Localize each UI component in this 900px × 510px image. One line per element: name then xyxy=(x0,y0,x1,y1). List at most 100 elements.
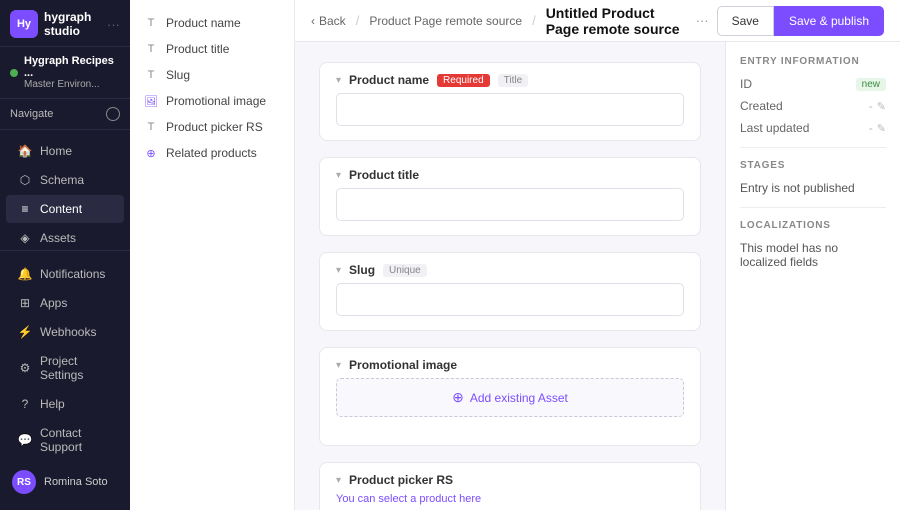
user-profile[interactable]: RS Romina Soto xyxy=(0,462,130,502)
product-title-input[interactable] xyxy=(336,188,684,221)
field-item-related-products[interactable]: ⊕ Related products xyxy=(130,140,294,166)
slug-input[interactable] xyxy=(336,283,684,316)
webhooks-icon: ⚡ xyxy=(18,325,32,339)
logo-icon: Hy xyxy=(10,10,38,38)
sidebar-bottom: 🔔 Notifications ⊞ Apps ⚡ Webhooks ⚙ Proj… xyxy=(0,250,130,510)
sidebar-logo: Hy hygraph studio ··· xyxy=(0,0,130,47)
promotional-image-input-wrap: ⊕ Add existing Asset xyxy=(320,378,700,445)
main-content: ‹ Back / Product Page remote source / Un… xyxy=(295,0,900,510)
sidebar-item-contact[interactable]: 💬 Contact Support xyxy=(6,419,124,461)
entry-last-updated-row: Last updated - ✎ xyxy=(740,121,886,135)
collapse-icon[interactable]: ▾ xyxy=(336,265,341,276)
sidebar-nav-items: 🏠 Home ⬡ Schema ≡ Content ◈ Assets ▷ API… xyxy=(0,130,130,250)
section-promotional-image: ▾ Promotional image ⊕ Add existing Asset xyxy=(319,347,701,446)
collapse-icon[interactable]: ▾ xyxy=(336,170,341,181)
localizations-title: LOCALIZATIONS xyxy=(740,220,886,231)
entry-created-row: Created - ✎ xyxy=(740,99,886,113)
section-product-picker: ▾ Product picker RS You can select a pro… xyxy=(319,462,701,510)
last-updated-edit-icon[interactable]: ✎ xyxy=(877,122,886,135)
collapse-icon[interactable]: ▾ xyxy=(336,360,341,371)
sidebar-item-content[interactable]: ≡ Content xyxy=(6,195,124,223)
breadcrumb: Product Page remote source xyxy=(369,14,522,28)
section-promotional-image-header: ▾ Promotional image xyxy=(320,348,700,378)
topbar-more-icon[interactable]: ··· xyxy=(696,13,709,28)
product-name-input[interactable] xyxy=(336,93,684,126)
stage-status: Entry is not published xyxy=(740,181,886,195)
avatar: RS xyxy=(12,470,36,494)
save-button[interactable]: Save xyxy=(717,6,774,36)
logo-dots[interactable]: ··· xyxy=(107,17,120,32)
section-product-title: ▾ Product title xyxy=(319,157,701,236)
field-icon-image: 🖼 xyxy=(144,94,158,108)
section-product-title-header: ▾ Product title xyxy=(320,158,700,188)
contact-icon: 💬 xyxy=(18,433,32,447)
home-icon: 🏠 xyxy=(18,144,32,158)
sidebar-item-help[interactable]: ? Help xyxy=(6,390,124,418)
section-product-name-header: ▾ Product name Required Title xyxy=(320,63,700,93)
env-status-dot xyxy=(10,69,18,77)
stages-title: STAGES xyxy=(740,160,886,171)
project-settings-icon: ⚙ xyxy=(18,361,32,375)
last-updated-dash: - xyxy=(869,121,873,135)
created-edit-icon[interactable]: ✎ xyxy=(877,100,886,113)
field-item-promotional-image[interactable]: 🖼 Promotional image xyxy=(130,88,294,114)
form-area: ▾ Product name Required Title ▾ Product … xyxy=(295,42,725,510)
product-title-input-wrap xyxy=(320,188,700,235)
product-name-input-wrap xyxy=(320,93,700,140)
field-item-product-name[interactable]: T Product name xyxy=(130,10,294,36)
field-item-product-picker[interactable]: T Product picker RS xyxy=(130,114,294,140)
notifications-icon: 🔔 xyxy=(18,267,32,281)
sidebar-item-webhooks[interactable]: ⚡ Webhooks xyxy=(6,318,124,346)
help-icon: ? xyxy=(18,397,32,411)
divider xyxy=(740,147,886,148)
user-name: Romina Soto xyxy=(44,476,108,488)
right-panel: ENTRY INFORMATION ID new Created - ✎ Las… xyxy=(725,42,900,510)
sidebar-env[interactable]: Hygraph Recipes ... Master Environ... xyxy=(0,47,130,99)
navigate-button[interactable]: Navigate xyxy=(0,99,130,130)
env-name: Hygraph Recipes ... xyxy=(24,55,120,79)
breadcrumb-separator2: / xyxy=(532,13,536,28)
back-chevron-icon: ‹ xyxy=(311,14,315,28)
field-item-slug[interactable]: T Slug xyxy=(130,62,294,88)
topbar: ‹ Back / Product Page remote source / Un… xyxy=(295,0,900,42)
product-picker-link[interactable]: You can select a product here xyxy=(320,493,700,510)
publish-button[interactable]: Save & publish xyxy=(774,6,884,36)
add-asset-button[interactable]: ⊕ Add existing Asset xyxy=(336,378,684,417)
collapse-icon[interactable]: ▾ xyxy=(336,75,341,86)
fields-list: T Product name T Product title T Slug 🖼 … xyxy=(130,0,294,510)
collapse-icon[interactable]: ▾ xyxy=(336,475,341,486)
sidebar: Hy hygraph studio ··· Hygraph Recipes ..… xyxy=(0,0,130,510)
fields-panel: T Product name T Product title T Slug 🖼 … xyxy=(130,0,295,510)
sidebar-item-schema[interactable]: ⬡ Schema xyxy=(6,166,124,194)
sidebar-item-apps[interactable]: ⊞ Apps xyxy=(6,289,124,317)
navigate-icon xyxy=(106,107,120,121)
save-button-group: Save Save & publish xyxy=(717,6,884,36)
new-badge: new xyxy=(856,78,886,91)
content-area: ▾ Product name Required Title ▾ Product … xyxy=(295,42,900,510)
slug-input-wrap xyxy=(320,283,700,330)
logo-text: hygraph studio xyxy=(44,10,101,38)
page-title: Untitled Product Page remote source xyxy=(546,5,684,37)
field-icon-text: T xyxy=(144,16,158,30)
sidebar-item-assets[interactable]: ◈ Assets xyxy=(6,224,124,250)
sidebar-item-project-settings[interactable]: ⚙ Project Settings xyxy=(6,347,124,389)
entry-id-row: ID new xyxy=(740,77,886,91)
field-icon-text: T xyxy=(144,42,158,56)
section-slug: ▾ Slug Unique xyxy=(319,252,701,331)
section-product-picker-header: ▾ Product picker RS xyxy=(320,463,700,493)
assets-icon: ◈ xyxy=(18,231,32,245)
add-asset-icon: ⊕ xyxy=(452,389,464,406)
section-slug-header: ▾ Slug Unique xyxy=(320,253,700,283)
sidebar-item-notifications[interactable]: 🔔 Notifications xyxy=(6,260,124,288)
field-item-product-title[interactable]: T Product title xyxy=(130,36,294,62)
locale-status: This model has no localized fields xyxy=(740,241,886,269)
breadcrumb-separator: / xyxy=(356,13,360,28)
divider2 xyxy=(740,207,886,208)
section-product-name: ▾ Product name Required Title xyxy=(319,62,701,141)
schema-icon: ⬡ xyxy=(18,173,32,187)
sidebar-item-home[interactable]: 🏠 Home xyxy=(6,137,124,165)
field-icon-related: ⊕ xyxy=(144,146,158,160)
entry-info-title: ENTRY INFORMATION xyxy=(740,56,886,67)
back-button[interactable]: ‹ Back xyxy=(311,14,346,28)
field-icon-text: T xyxy=(144,68,158,82)
